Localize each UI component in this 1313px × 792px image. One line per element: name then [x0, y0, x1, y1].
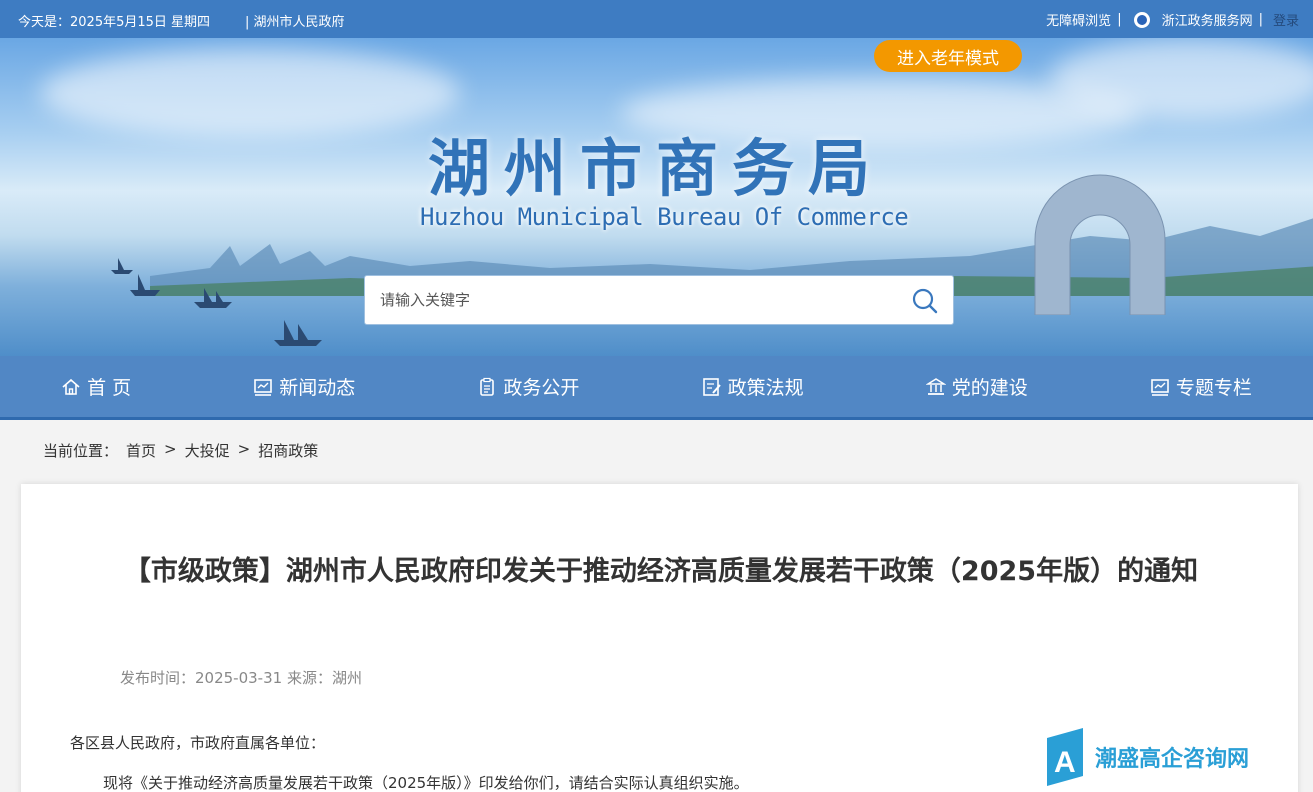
- breadcrumb-separator: >: [237, 440, 251, 458]
- nav-item-gov-affairs[interactable]: 政务公开: [477, 373, 579, 400]
- svg-text:A: A: [1054, 746, 1076, 779]
- search-box: [364, 275, 954, 325]
- breadcrumb-policy[interactable]: 招商政策: [258, 440, 318, 461]
- building-icon: [925, 377, 946, 395]
- login-button[interactable]: 登录: [1273, 10, 1299, 29]
- top-right-links: 无障碍浏览 | 浙江政务服务网 | 登录: [1046, 10, 1299, 29]
- search-icon[interactable]: [911, 287, 939, 315]
- nav-item-label: 政务公开: [503, 377, 580, 399]
- boat-icon: [274, 320, 322, 346]
- article-paragraph: 现将《关于推动经济高质量发展若干政策（2025年版）》印发给你们，请结合实际认真…: [103, 774, 749, 792]
- zj-service-link[interactable]: 浙江政务服务网: [1162, 10, 1253, 29]
- header-banner: 进入老年模式 湖州市商务局 Huzhou Municipal Bureau Of…: [0, 38, 1313, 356]
- site-title-en: Huzhou Municipal Bureau Of Commerce: [420, 203, 909, 231]
- boat-icon: [194, 288, 232, 308]
- separator: |: [1258, 12, 1263, 27]
- nav-item-label: 政策法规: [727, 377, 804, 399]
- watermark: A 潮盛高企咨询网: [1045, 728, 1249, 786]
- article-meta: 发布时间：2025-03-31 来源：湖州: [120, 669, 362, 687]
- breadcrumb-separator: >: [164, 440, 177, 458]
- home-icon: [62, 378, 80, 395]
- cloud-decoration: [40, 48, 460, 138]
- nav-item-label: 新闻动态: [279, 377, 356, 399]
- nav-item-label: 首 页: [87, 377, 132, 399]
- cloud-decoration: [1050, 38, 1313, 118]
- separator: |: [1117, 12, 1122, 27]
- boat-icon: [111, 258, 133, 274]
- globe-icon: [1133, 11, 1150, 28]
- current-date: 今天是：2025年5月15日 星期四: [18, 15, 211, 30]
- boat-icon: [130, 274, 160, 296]
- site-title-cn: 湖州市商务局: [428, 132, 885, 205]
- breadcrumb-prefix: 当前位置：: [43, 442, 119, 460]
- breadcrumb-home[interactable]: 首页: [126, 440, 156, 461]
- clipboard-icon: [480, 377, 495, 396]
- search-input[interactable]: [365, 276, 895, 324]
- nav-item-party[interactable]: 党的建设: [925, 373, 1028, 400]
- nav-item-label: 党的建设: [951, 377, 1028, 399]
- edit-icon: [702, 377, 721, 396]
- watermark-logo-icon: A: [1047, 728, 1083, 786]
- breadcrumb: 当前位置： 首页 > 大投促 > 招商政策: [43, 440, 318, 461]
- nav-item-home[interactable]: 首 页: [61, 373, 131, 400]
- watermark-text: 潮盛高企咨询网: [1095, 746, 1250, 772]
- nav-item-label: 专题专栏: [1175, 377, 1252, 399]
- nav-item-policy[interactable]: 政策法规: [702, 373, 804, 400]
- accessible-browse-link[interactable]: 无障碍浏览: [1046, 10, 1111, 29]
- moon-hotel-illustration: [1034, 174, 1166, 315]
- top-bar: 今天是：2025年5月15日 星期四 | 湖州市人民政府 无障碍浏览 | 浙江政…: [0, 0, 1313, 38]
- nav-item-news[interactable]: 新闻动态: [253, 373, 355, 400]
- nav-item-special[interactable]: 专题专栏: [1150, 373, 1252, 400]
- gov-link[interactable]: | 湖州市人民政府: [245, 11, 345, 30]
- article-title: 【市级政策】湖州市人民政府印发关于推动经济高质量发展若干政策（2025年版）的通…: [123, 556, 1199, 587]
- breadcrumb-investment[interactable]: 大投促: [185, 440, 230, 461]
- chart-icon: [254, 378, 273, 396]
- chart-icon: [1151, 378, 1169, 396]
- article-paragraph: 各区县人民政府，市政府直属各单位：: [70, 734, 326, 752]
- elder-mode-button[interactable]: 进入老年模式: [874, 40, 1022, 72]
- main-nav: 首 页 新闻动态 政务公开 政策法规 党的建设 专题专栏: [0, 356, 1313, 420]
